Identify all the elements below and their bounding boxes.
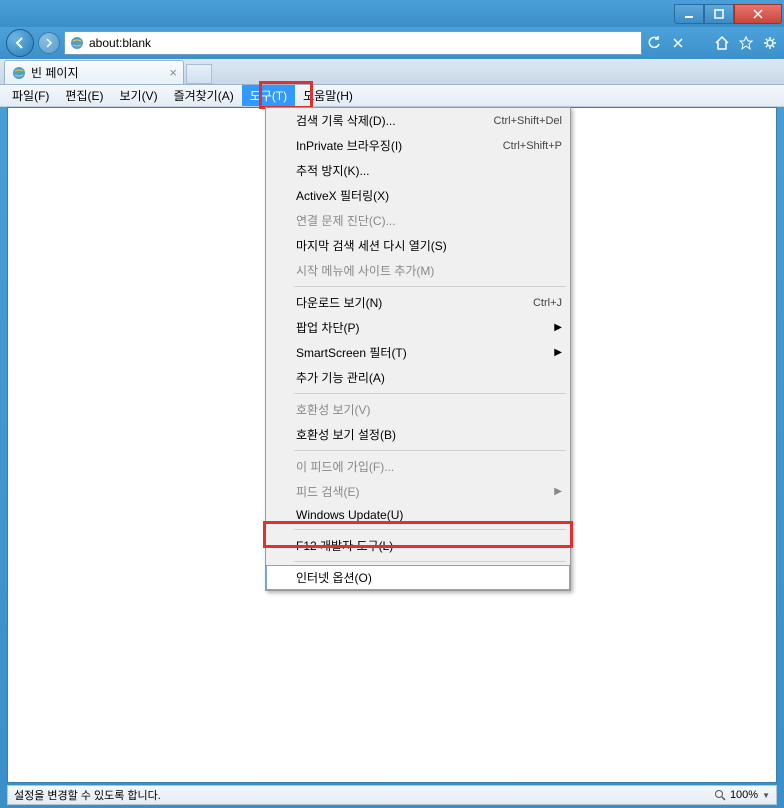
tools-dropdown-menu: 검색 기록 삭제(D)... Ctrl+Shift+Del InPrivate …: [265, 107, 571, 591]
menu-item-diagnose: 연결 문제 진단(C)...: [266, 208, 570, 233]
menu-item-label: ActiveX 필터링(X): [296, 187, 389, 204]
menu-item-internet-options[interactable]: 인터넷 옵션(O): [266, 565, 570, 590]
menu-shortcut: Ctrl+J: [533, 297, 562, 309]
close-button[interactable]: [734, 4, 782, 24]
maximize-button[interactable]: [704, 4, 734, 24]
stop-icon[interactable]: [670, 35, 686, 51]
menu-view[interactable]: 보기(V): [111, 85, 165, 106]
window-buttons: [674, 4, 782, 24]
zoom-value: 100%: [730, 789, 758, 801]
tab-close-icon[interactable]: ×: [169, 65, 177, 80]
menu-item-label: 피드 검색(E): [296, 483, 360, 500]
menu-separator: [294, 561, 566, 562]
menu-item-downloads[interactable]: 다운로드 보기(N) Ctrl+J: [266, 290, 570, 315]
zoom-icon: [714, 789, 726, 801]
menu-favorites[interactable]: 즐겨찾기(A): [166, 85, 242, 106]
menu-item-windows-update[interactable]: Windows Update(U): [266, 504, 570, 526]
tab-bar: 빈 페이지 ×: [0, 59, 784, 85]
zoom-dropdown-icon: ▼: [762, 791, 770, 800]
address-bar[interactable]: [64, 31, 642, 55]
menu-shortcut: Ctrl+Shift+Del: [494, 115, 562, 127]
forward-button[interactable]: [38, 32, 60, 54]
submenu-arrow-icon: ▶: [554, 486, 562, 497]
menu-item-label: F12 개발자 도구(L): [296, 537, 393, 554]
status-text: 설정을 변경할 수 있도록 합니다.: [14, 787, 714, 803]
menu-item-label: 검색 기록 삭제(D)...: [296, 112, 396, 129]
favorites-icon[interactable]: [738, 35, 754, 51]
menu-item-compat-view: 호환성 보기(V): [266, 397, 570, 422]
menu-item-label: 추적 방지(K)...: [296, 162, 370, 179]
tools-icon[interactable]: [762, 35, 778, 51]
menu-item-smartscreen[interactable]: SmartScreen 필터(T) ▶: [266, 340, 570, 365]
menu-item-label: 호환성 보기(V): [296, 401, 371, 418]
menu-edit[interactable]: 편집(E): [57, 85, 111, 106]
window-titlebar: [0, 0, 784, 27]
menu-item-label: 다운로드 보기(N): [296, 294, 382, 311]
menu-separator: [294, 450, 566, 451]
status-bar: 설정을 변경할 수 있도록 합니다. 100% ▼: [7, 785, 777, 805]
menu-item-label: 추가 기능 관리(A): [296, 369, 385, 386]
menu-item-reopen-session[interactable]: 마지막 검색 세션 다시 열기(S): [266, 233, 570, 258]
zoom-control[interactable]: 100% ▼: [714, 789, 770, 801]
back-button[interactable]: [6, 29, 34, 57]
menu-item-inprivate[interactable]: InPrivate 브라우징(I) Ctrl+Shift+P: [266, 133, 570, 158]
submenu-arrow-icon: ▶: [554, 322, 562, 333]
menu-item-label: 연결 문제 진단(C)...: [296, 212, 396, 229]
refresh-icon[interactable]: [646, 35, 662, 51]
nav-right-controls: [646, 35, 778, 51]
menu-item-label: InPrivate 브라우징(I): [296, 137, 402, 154]
menu-item-label: 마지막 검색 세션 다시 열기(S): [296, 237, 447, 254]
menu-item-addons[interactable]: 추가 기능 관리(A): [266, 365, 570, 390]
menu-shortcut: Ctrl+Shift+P: [503, 140, 562, 152]
new-tab-button[interactable]: [186, 64, 212, 84]
ie-tab-icon: [11, 65, 27, 81]
tab-title: 빈 페이지: [31, 64, 79, 81]
menu-item-feed-subscribe: 이 피드에 가입(F)...: [266, 454, 570, 479]
menu-item-tracking[interactable]: 추적 방지(K)...: [266, 158, 570, 183]
menu-item-popup-block[interactable]: 팝업 차단(P) ▶: [266, 315, 570, 340]
menu-item-compat-settings[interactable]: 호환성 보기 설정(B): [266, 422, 570, 447]
menu-item-add-startmenu: 시작 메뉴에 사이트 추가(M): [266, 258, 570, 283]
menu-separator: [294, 393, 566, 394]
nav-toolbar: [0, 27, 784, 59]
menu-item-label: 인터넷 옵션(O): [296, 569, 372, 586]
menu-item-label: 호환성 보기 설정(B): [296, 426, 396, 443]
menu-separator: [294, 286, 566, 287]
ie-page-icon: [69, 35, 85, 51]
menu-item-feed-search: 피드 검색(E) ▶: [266, 479, 570, 504]
menu-file[interactable]: 파일(F): [4, 85, 57, 106]
menu-item-label: Windows Update(U): [296, 508, 403, 522]
menu-bar: 파일(F) 편집(E) 보기(V) 즐겨찾기(A) 도구(T) 도움말(H): [0, 85, 784, 107]
menu-help[interactable]: 도움말(H): [295, 85, 361, 106]
url-input[interactable]: [89, 36, 637, 50]
tab-active[interactable]: 빈 페이지 ×: [4, 60, 184, 84]
menu-tools[interactable]: 도구(T): [242, 85, 295, 106]
home-icon[interactable]: [714, 35, 730, 51]
menu-item-delete-history[interactable]: 검색 기록 삭제(D)... Ctrl+Shift+Del: [266, 108, 570, 133]
menu-item-label: 팝업 차단(P): [296, 319, 360, 336]
menu-item-f12-devtools[interactable]: F12 개발자 도구(L): [266, 533, 570, 558]
minimize-button[interactable]: [674, 4, 704, 24]
menu-item-label: 시작 메뉴에 사이트 추가(M): [296, 262, 434, 279]
submenu-arrow-icon: ▶: [554, 347, 562, 358]
menu-item-label: 이 피드에 가입(F)...: [296, 458, 394, 475]
menu-item-label: SmartScreen 필터(T): [296, 344, 407, 361]
menu-item-activex[interactable]: ActiveX 필터링(X): [266, 183, 570, 208]
menu-separator: [294, 529, 566, 530]
